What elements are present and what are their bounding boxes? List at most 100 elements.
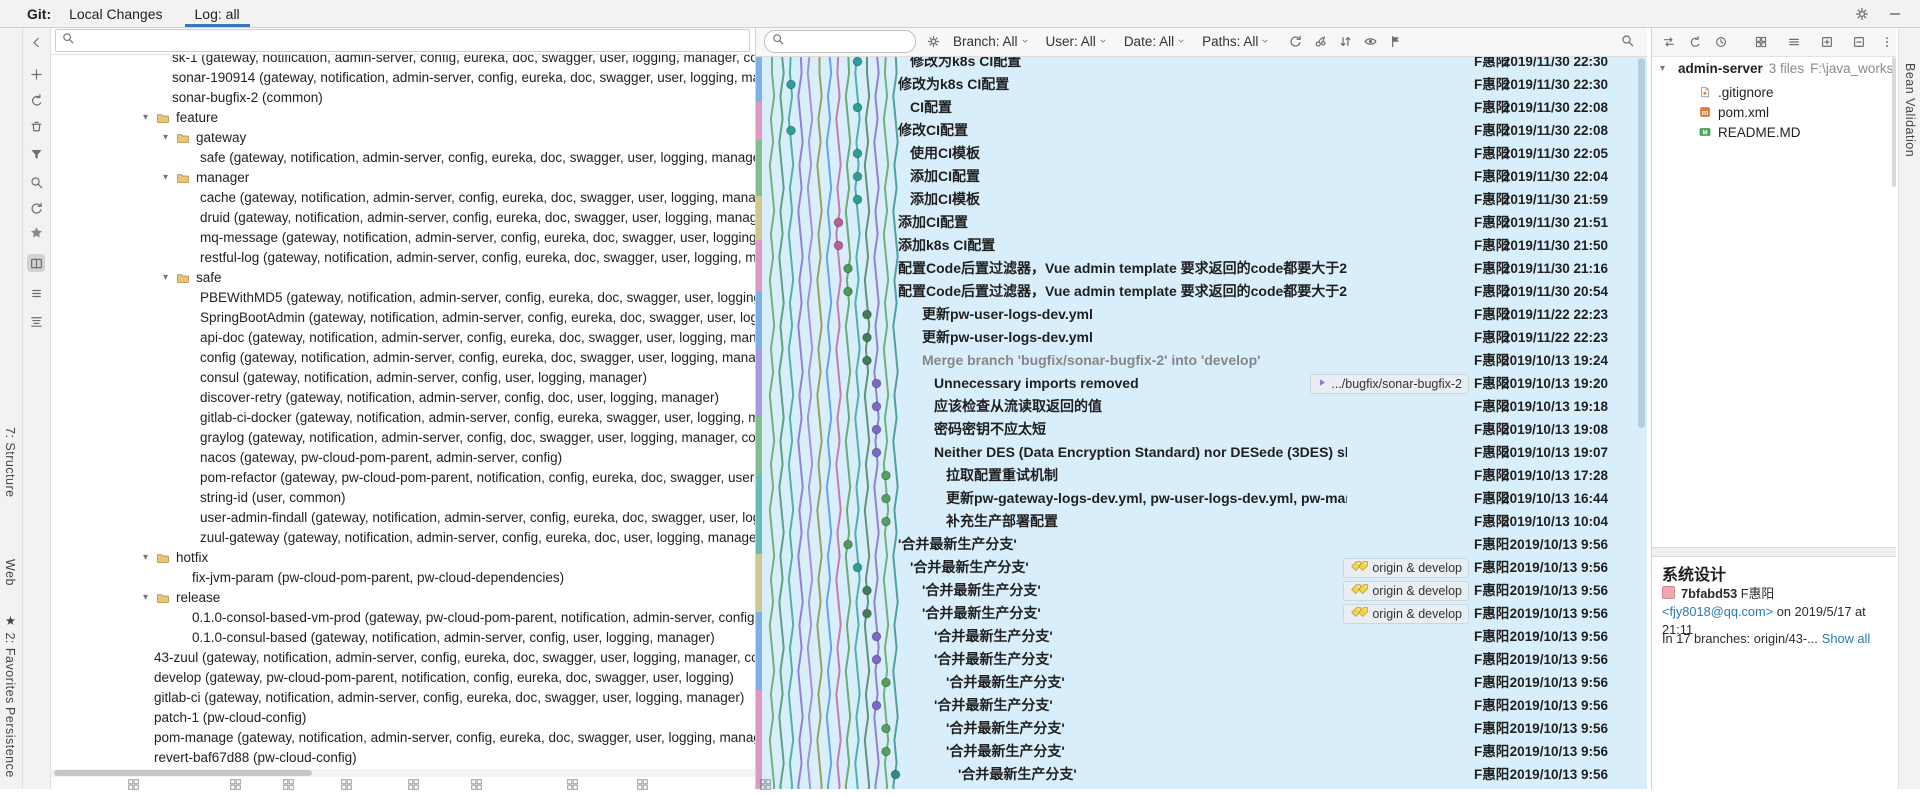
star-icon[interactable] bbox=[27, 223, 45, 241]
changed-files-root[interactable]: ▾ admin-server3 filesF:\java_worksp... bbox=[1652, 59, 1896, 79]
branch-row[interactable]: zuul-gateway (gateway, notification, adm… bbox=[50, 528, 755, 548]
commit-row[interactable]: '合并最新生产分支'origin & developF惠阳2019/10/13 … bbox=[756, 579, 1647, 602]
commit-row[interactable]: 更新pw-user-logs-dev.ymlF惠阳2019/11/22 22:2… bbox=[756, 303, 1647, 326]
tool-window-icon[interactable] bbox=[126, 777, 142, 793]
commit-row[interactable]: 更新pw-user-logs-dev.ymlF惠阳2019/11/22 22:2… bbox=[756, 326, 1647, 349]
branch-row[interactable]: fix-jvm-param (pw-cloud-pom-parent, pw-c… bbox=[50, 568, 755, 588]
add-icon[interactable] bbox=[27, 65, 45, 83]
log-search-input[interactable] bbox=[764, 30, 916, 53]
branch-flag-icon[interactable] bbox=[1388, 34, 1403, 49]
commit-row[interactable]: '合并最新生产分支'F惠阳2019/10/13 9:56 bbox=[756, 740, 1647, 763]
tool-window-icon[interactable] bbox=[228, 777, 244, 793]
commit-row[interactable]: CI配置F惠阳2019/11/30 22:08 bbox=[756, 96, 1647, 119]
commit-row[interactable]: Unnecessary imports removed.../bugfix/so… bbox=[756, 372, 1647, 395]
rollback-icon[interactable] bbox=[1686, 33, 1704, 51]
branch-row[interactable]: string-id (user, common) bbox=[50, 488, 755, 508]
scrollbar-thumb[interactable] bbox=[54, 770, 312, 776]
commit-row[interactable]: 更新pw-gateway-logs-dev.yml, pw-user-logs-… bbox=[756, 487, 1647, 510]
commit-row[interactable]: 拉取配置重试机制F惠阳2019/10/13 17:28 bbox=[756, 464, 1647, 487]
commit-row[interactable]: 配置Code后置过滤器，Vue admin template 要求返回的code… bbox=[756, 257, 1647, 280]
search-icon[interactable] bbox=[1620, 33, 1635, 53]
refresh-icon[interactable] bbox=[27, 199, 45, 217]
branch-row[interactable]: safe (gateway, notification, admin-serve… bbox=[50, 148, 755, 168]
group-icon[interactable] bbox=[1752, 33, 1770, 51]
author-email-link[interactable]: <fjy8018@qq.com> bbox=[1662, 604, 1773, 619]
tab-local-changes[interactable]: Local Changes bbox=[55, 0, 176, 27]
tool-stripe-label[interactable]: ★ 2: Favorites bbox=[3, 613, 18, 704]
branch-row[interactable]: druid (gateway, notification, admin-serv… bbox=[50, 208, 755, 228]
commit-hash[interactable]: 7bfabd53 bbox=[1681, 586, 1737, 601]
tool-window-icon[interactable] bbox=[281, 777, 297, 793]
commit-row[interactable]: 应该检查从流读取返回的值F惠阳2019/10/13 19:18 bbox=[756, 395, 1647, 418]
tool-window-icon[interactable] bbox=[635, 777, 651, 793]
details-splitter[interactable] bbox=[1652, 547, 1896, 557]
sort-icon[interactable] bbox=[1338, 34, 1353, 49]
commit-row[interactable]: 密码密钥不应太短F惠阳2019/10/13 19:08 bbox=[756, 418, 1647, 441]
branch-row[interactable]: revert-baf67d88 (pw-cloud-config) bbox=[50, 748, 755, 768]
show-all-link[interactable]: Show all bbox=[1822, 631, 1870, 646]
branch-row[interactable]: PBEWithMD5 (gateway, notification, admin… bbox=[50, 288, 755, 308]
tool-window-icon[interactable] bbox=[758, 777, 774, 793]
branch-row[interactable]: graylog (gateway, notification, admin-se… bbox=[50, 428, 755, 448]
branch-group-row[interactable]: ▾hotfix bbox=[50, 548, 755, 568]
commit-row[interactable]: '合并最新生产分支'F惠阳2019/10/13 9:56 bbox=[756, 763, 1647, 786]
branch-row[interactable]: mq-message (gateway, notification, admin… bbox=[50, 228, 755, 248]
collapse-all-icon[interactable] bbox=[1850, 33, 1868, 51]
expand-all-icon[interactable] bbox=[1818, 33, 1836, 51]
back-icon[interactable] bbox=[27, 33, 45, 51]
rollback-icon[interactable] bbox=[27, 91, 45, 109]
settings-icon[interactable] bbox=[1853, 5, 1871, 23]
branch-row[interactable]: restful-log (gateway, notification, admi… bbox=[50, 248, 755, 268]
branch-group-row[interactable]: ▾feature bbox=[50, 108, 755, 128]
branch-row[interactable]: api-doc (gateway, notification, admin-se… bbox=[50, 328, 755, 348]
branch-row[interactable]: cache (gateway, notification, admin-serv… bbox=[50, 188, 755, 208]
commit-row[interactable]: 配置Code后置过滤器，Vue admin template 要求返回的code… bbox=[756, 280, 1647, 303]
branch-row[interactable]: 0.1.0-consol-based-vm-prod (gateway, pw-… bbox=[50, 608, 755, 628]
branch-row[interactable]: sonar-190914 (gateway, notification, adm… bbox=[50, 68, 755, 88]
flatten-icon[interactable] bbox=[1785, 33, 1803, 51]
search-icon[interactable] bbox=[27, 173, 45, 191]
branch-row[interactable]: config (gateway, notification, admin-ser… bbox=[50, 348, 755, 368]
branch-row[interactable]: 43-zuul (gateway, notification, admin-se… bbox=[50, 648, 755, 668]
commit-row[interactable]: '合并最新生产分支'F惠阳2019/10/13 9:56 bbox=[756, 648, 1647, 671]
changelist-icon[interactable] bbox=[27, 284, 45, 302]
commit-row[interactable]: 修改为k8s CI配置F惠阳2019/11/30 22:30 bbox=[756, 73, 1647, 96]
commit-row[interactable]: Merge branch 'bugfix/sonar-bugfix-2' int… bbox=[756, 349, 1647, 372]
branch-search-input[interactable] bbox=[55, 29, 750, 52]
tool-stripe-label[interactable]: Bean Validation bbox=[1903, 63, 1917, 157]
horizontal-scrollbar[interactable] bbox=[50, 769, 755, 777]
filter-icon[interactable] bbox=[27, 145, 45, 163]
commit-row[interactable]: '合并最新生产分支'origin & developF惠阳2019/10/13 … bbox=[756, 556, 1647, 579]
commit-row[interactable]: 添加CI配置F惠阳2019/11/30 22:04 bbox=[756, 165, 1647, 188]
branch-row[interactable]: discover-retry (gateway, notification, a… bbox=[50, 388, 755, 408]
hide-icon[interactable] bbox=[1886, 5, 1904, 23]
changed-file-row[interactable]: mpom.xml bbox=[1652, 103, 1896, 123]
branch-row[interactable]: consul (gateway, notification, admin-ser… bbox=[50, 368, 755, 388]
commit-row[interactable]: 补充生产部署配置F惠阳2019/10/13 10:04 bbox=[756, 510, 1647, 533]
preview-diff-icon[interactable] bbox=[27, 254, 45, 272]
commit-row[interactable]: 添加CI模板F惠阳2019/11/30 21:59 bbox=[756, 188, 1647, 211]
tool-window-icon[interactable] bbox=[406, 777, 422, 793]
compare-icon[interactable] bbox=[1660, 33, 1678, 51]
branch-row[interactable]: pom-manage (gateway, notification, admin… bbox=[50, 728, 755, 748]
changed-file-row[interactable]: MREADME.MD bbox=[1652, 123, 1896, 143]
branch-row[interactable]: pom-refactor (gateway, pw-cloud-pom-pare… bbox=[50, 468, 755, 488]
changed-file-row[interactable]: .gitignore bbox=[1652, 83, 1896, 103]
branch-row[interactable]: develop (gateway, pw-cloud-pom-parent, n… bbox=[50, 668, 755, 688]
refresh-icon[interactable] bbox=[1288, 34, 1303, 49]
vertical-scrollbar[interactable] bbox=[1638, 58, 1645, 428]
commit-row[interactable]: '合并最新生产分支'origin & developF惠阳2019/10/13 … bbox=[756, 602, 1647, 625]
branch-row[interactable]: 0.1.0-consul-based (gateway, notificatio… bbox=[50, 628, 755, 648]
tool-stripe-label[interactable]: Persistence bbox=[3, 707, 17, 778]
commit-row[interactable]: '合并最新生产分支'F惠阳2019/10/13 9:56 bbox=[756, 625, 1647, 648]
branch-row[interactable]: sonar-bugfix-2 (common) bbox=[50, 88, 755, 108]
branch-row[interactable]: patch-1 (pw-cloud-config) bbox=[50, 708, 755, 728]
clock-icon[interactable] bbox=[1712, 33, 1730, 51]
branch-group-row[interactable]: ▾safe bbox=[50, 268, 755, 288]
branch-row[interactable]: nacos (gateway, pw-cloud-pom-parent, adm… bbox=[50, 448, 755, 468]
tab-log-all[interactable]: Log: all bbox=[181, 0, 254, 27]
commit-row[interactable]: 修改CI配置F惠阳2019/11/30 22:08 bbox=[756, 119, 1647, 142]
tool-window-icon[interactable] bbox=[339, 777, 355, 793]
branch-row[interactable]: user-admin-findall (gateway, notificatio… bbox=[50, 508, 755, 528]
shelve-icon[interactable] bbox=[27, 312, 45, 330]
